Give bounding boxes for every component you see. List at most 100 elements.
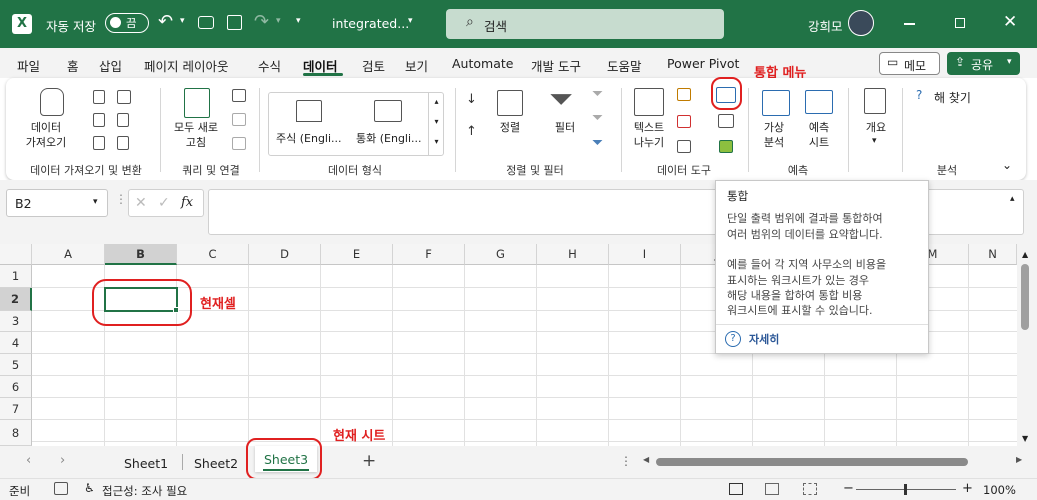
solver-button[interactable]: 해 찾기 <box>934 89 971 106</box>
row-header[interactable]: 1 <box>0 265 32 288</box>
avatar[interactable] <box>848 10 874 36</box>
redo-dropdown-icon[interactable]: ▾ <box>276 16 281 26</box>
column-header[interactable]: I <box>609 244 681 265</box>
tab-formulas[interactable]: 수식 <box>258 56 281 75</box>
stocks-label[interactable]: 주식 (Engli... <box>276 130 342 146</box>
redo-icon[interactable]: ↷ <box>254 11 269 32</box>
autosave-toggle[interactable]: 끔 <box>105 13 149 33</box>
remove-duplicates-icon[interactable] <box>677 115 691 128</box>
sort-asc-icon[interactable]: ↓ <box>466 92 477 107</box>
name-box[interactable]: B2 ▾ <box>6 189 108 217</box>
tab-split-handle-icon[interactable]: ⋮ <box>620 454 632 468</box>
row-header[interactable]: 4 <box>0 332 32 354</box>
memo-button[interactable]: ▭ 메모 <box>879 52 940 75</box>
column-header[interactable]: G <box>465 244 537 265</box>
macro-record-icon[interactable] <box>54 482 68 495</box>
text-to-columns-button[interactable]: 텍스트 나누기 <box>624 120 674 150</box>
search-box[interactable]: ⌕ 검색 <box>446 9 724 39</box>
scroll-down-icon[interactable]: ▼ <box>1022 434 1028 443</box>
page-break-view-icon[interactable] <box>803 483 817 495</box>
undo-dropdown-icon[interactable]: ▾ <box>180 16 185 26</box>
maximize-button[interactable] <box>955 18 965 28</box>
from-text-icon[interactable] <box>93 90 105 104</box>
tab-review[interactable]: 검토 <box>362 56 385 75</box>
save-icon[interactable] <box>227 15 242 30</box>
tab-insert[interactable]: 삽입 <box>99 56 122 75</box>
tab-file[interactable]: 파일 <box>17 56 40 75</box>
from-table-icon[interactable] <box>93 136 105 150</box>
data-validation-icon[interactable] <box>677 140 691 153</box>
formula-bar-handle-icon[interactable]: ⋮ <box>115 192 127 206</box>
filename-dropdown-icon[interactable]: ▾ <box>408 16 413 26</box>
recent-sources-icon[interactable] <box>117 90 131 104</box>
minimize-button[interactable] <box>904 23 915 25</box>
enter-formula-icon[interactable]: ✓ <box>158 195 170 211</box>
from-web-icon[interactable] <box>93 113 105 127</box>
reapply-filter-icon[interactable]: ⏷ <box>592 110 603 126</box>
advanced-filter-icon[interactable]: ⏷ <box>592 135 603 151</box>
tab-power-pivot[interactable]: Power Pivot <box>667 56 739 71</box>
cancel-formula-icon[interactable]: ✕ <box>135 195 147 211</box>
column-header[interactable]: F <box>393 244 465 265</box>
filter-button[interactable]: 필터 <box>545 120 585 135</box>
user-name[interactable]: 강희모 <box>808 16 843 35</box>
outline-button[interactable]: 개요 <box>856 120 896 135</box>
what-if-button[interactable]: 가상 분석 <box>752 120 796 150</box>
forecast-sheet-button[interactable]: 예측 시트 <box>798 120 840 150</box>
share-button[interactable]: ⇪ 공유 ▾ <box>947 52 1020 75</box>
refresh-all-button[interactable]: 모두 새로 고침 <box>164 120 228 150</box>
row-header[interactable]: 6 <box>0 376 32 398</box>
scroll-left-icon[interactable]: ◀ <box>643 455 649 464</box>
help-icon[interactable]: ? <box>725 331 741 347</box>
page-layout-view-icon[interactable] <box>765 483 779 495</box>
data-model-icon[interactable] <box>719 140 733 153</box>
existing-connections-icon[interactable] <box>117 113 129 127</box>
undo-icon[interactable]: ↶ <box>158 11 173 32</box>
sort-button[interactable]: 정렬 <box>490 120 530 135</box>
normal-view-icon[interactable] <box>729 483 743 495</box>
prev-sheet-icon[interactable]: ‹ <box>26 453 31 468</box>
zoom-in-button[interactable]: + <box>962 481 973 496</box>
column-header[interactable]: N <box>969 244 1017 265</box>
properties-icon[interactable] <box>232 113 246 126</box>
edit-links-icon[interactable] <box>232 137 246 150</box>
insert-function-button[interactable]: fx <box>181 195 193 210</box>
relationships-icon[interactable] <box>718 114 734 128</box>
tab-help[interactable]: 도움말 <box>607 56 642 75</box>
tab-developer[interactable]: 개발 도구 <box>531 56 581 75</box>
column-header[interactable]: C <box>177 244 249 265</box>
tell-me-more-link[interactable]: 자세히 <box>749 332 779 348</box>
add-sheet-button[interactable]: + <box>362 451 376 471</box>
row-header[interactable]: 5 <box>0 354 32 376</box>
accessibility-status[interactable]: 접근성: 조사 필요 <box>102 483 187 499</box>
select-all-corner[interactable] <box>0 244 32 265</box>
row-header[interactable]: 2 <box>0 288 32 311</box>
column-header[interactable]: D <box>249 244 321 265</box>
tab-automate[interactable]: Automate <box>452 56 513 71</box>
tab-home[interactable]: 홈 <box>67 56 79 75</box>
vertical-scrollbar[interactable]: ▲ ▼ <box>1017 244 1037 446</box>
column-header[interactable]: E <box>321 244 393 265</box>
collapse-ribbon-icon[interactable]: ⌄ <box>1002 158 1012 172</box>
gallery-scroll[interactable]: ▴ ▾ ▾ <box>428 92 444 156</box>
currency-label[interactable]: 통화 (Engli... <box>356 130 422 146</box>
tab-view[interactable]: 보기 <box>405 56 428 75</box>
customize-qat-icon[interactable]: ▾ <box>296 16 301 26</box>
zoom-out-button[interactable]: − <box>843 481 854 496</box>
scroll-thumb[interactable] <box>1021 264 1029 330</box>
queries-connections-icon[interactable] <box>232 89 246 102</box>
zoom-slider-thumb[interactable] <box>904 484 907 495</box>
horizontal-scroll-thumb[interactable] <box>656 458 968 466</box>
sheet-tab-sheet1[interactable]: Sheet1 <box>124 456 168 471</box>
column-header[interactable]: A <box>32 244 105 265</box>
scroll-right-icon[interactable]: ▶ <box>1016 455 1022 464</box>
get-data-button[interactable]: 데이터 가져오기 <box>18 120 74 150</box>
expand-formula-icon[interactable]: ▴ <box>1010 194 1015 204</box>
close-button[interactable]: ✕ <box>1003 12 1017 32</box>
column-header[interactable]: B <box>105 244 177 265</box>
zoom-level[interactable]: 100% <box>983 483 1016 497</box>
next-sheet-icon[interactable]: › <box>60 453 65 468</box>
camera-icon[interactable] <box>198 16 214 29</box>
row-header[interactable]: 8 <box>0 420 32 446</box>
flash-fill-icon[interactable] <box>677 88 691 101</box>
